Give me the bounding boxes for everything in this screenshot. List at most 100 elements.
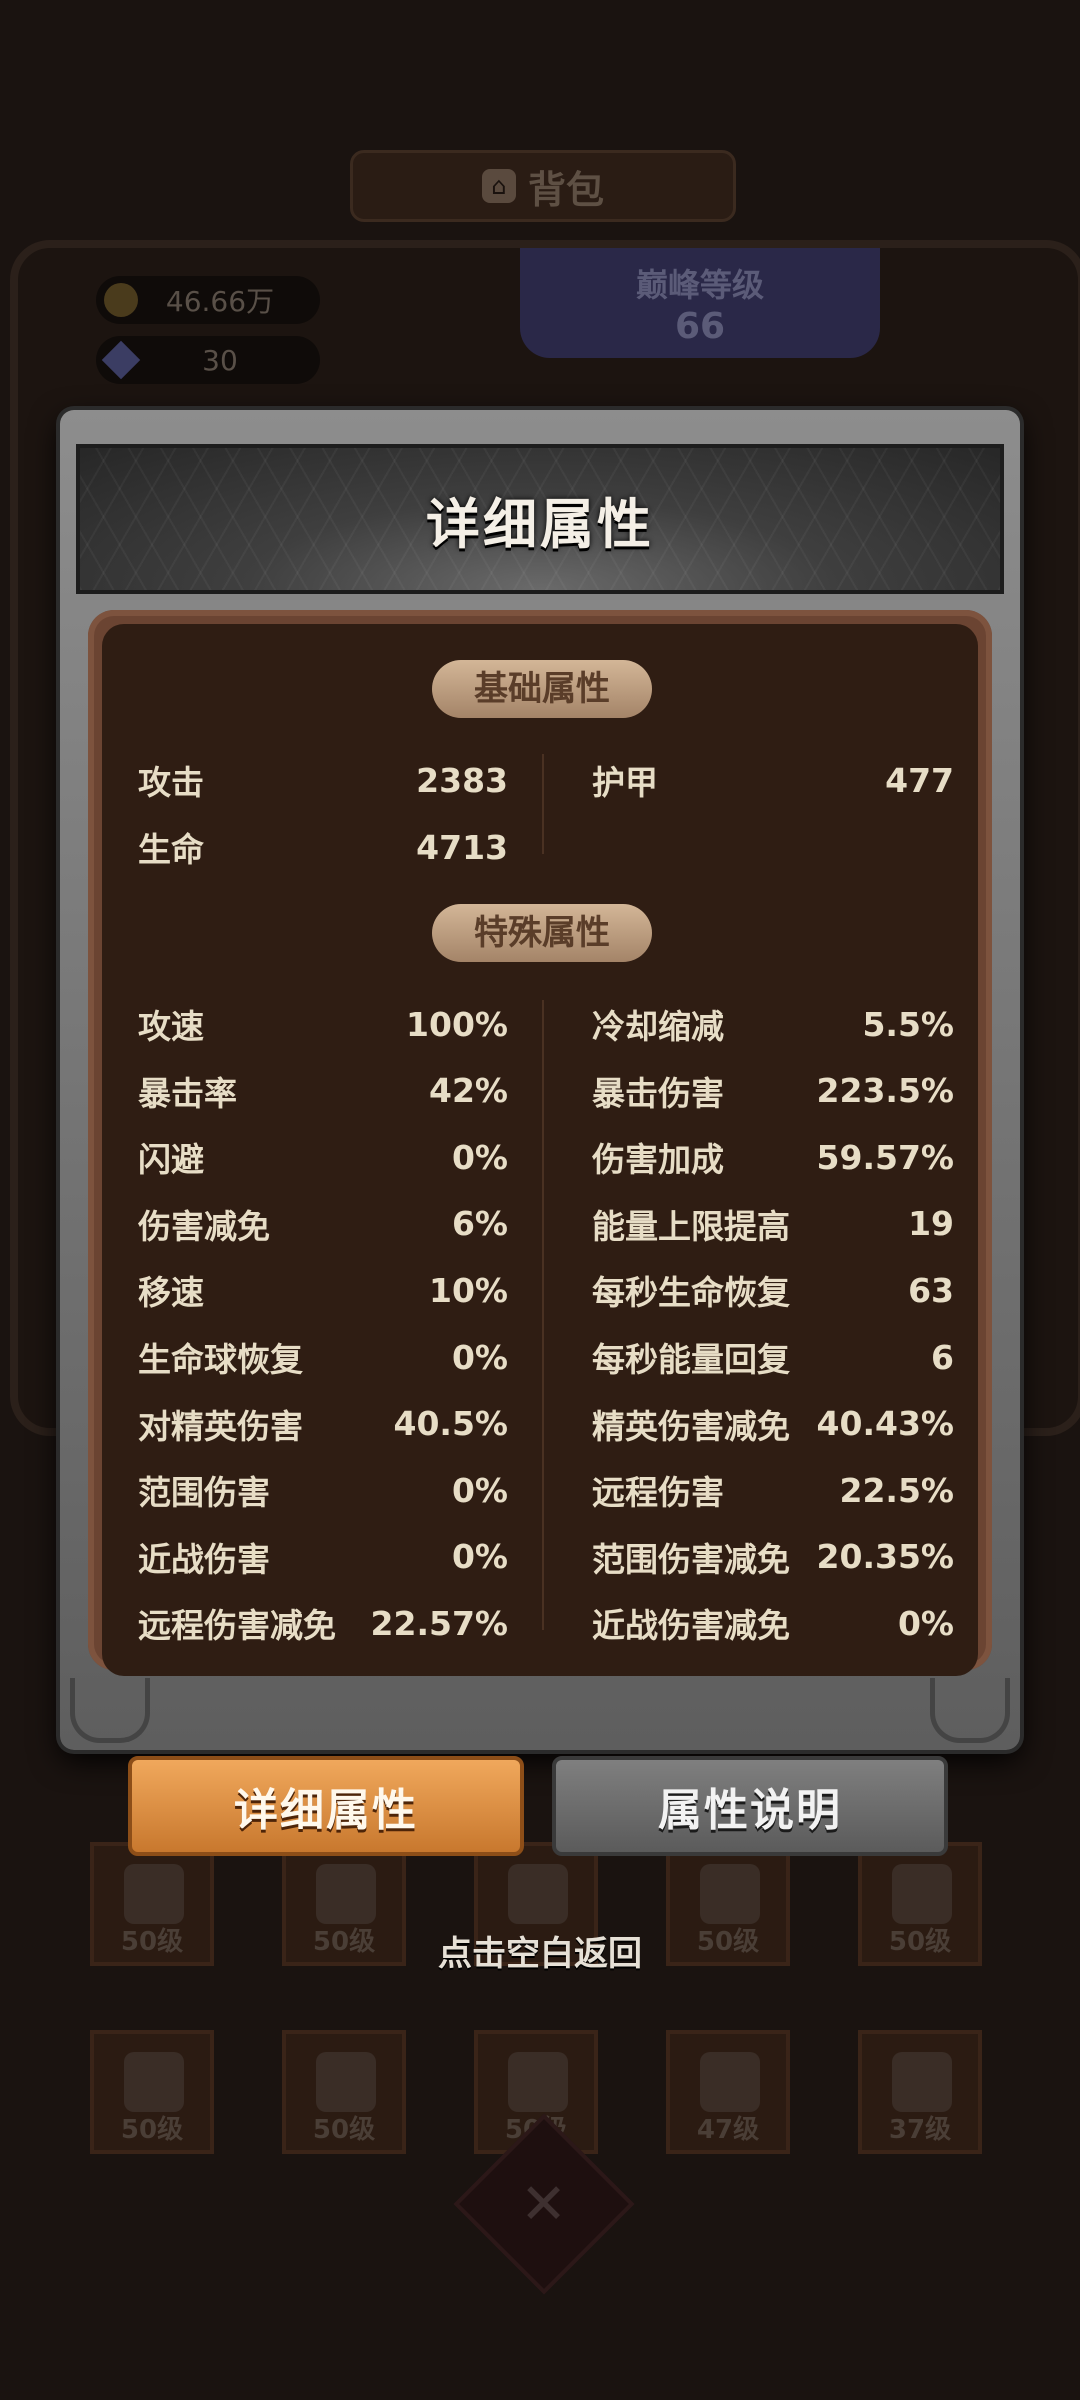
stat-value: 10% — [429, 1270, 508, 1310]
stat-row: 攻击 2383 — [138, 755, 508, 805]
gem-icon — [101, 340, 141, 380]
stat-value: 0% — [451, 1470, 508, 1510]
basic-attributes-heading: 基础属性 — [432, 660, 652, 718]
equipment-slot: 50级 — [90, 2030, 214, 2154]
tab-attribute-explanation[interactable]: 属性说明 — [552, 1756, 948, 1856]
stat-value: 0% — [451, 1537, 508, 1577]
gold-counter: 46.66万 — [96, 276, 320, 324]
stat-row: 每秒能量回复 6 — [592, 1332, 954, 1382]
equipment-slot: 50级 — [282, 2030, 406, 2154]
hat-icon — [508, 1864, 568, 1924]
stat-value: 0% — [897, 1603, 954, 1643]
stat-value: 40.5% — [393, 1404, 509, 1444]
stat-label: 每秒能量回复 — [592, 1340, 790, 1379]
stat-value: 100% — [406, 1004, 508, 1044]
stat-row: 暴击率 42% — [138, 1066, 508, 1116]
stat-label: 护甲 — [592, 763, 658, 802]
crown-icon — [892, 1864, 952, 1924]
panel-title: 详细属性 — [426, 492, 654, 556]
gold-coin-icon — [104, 283, 138, 317]
crown-icon — [124, 2052, 184, 2112]
close-icon: ✕ — [520, 2171, 568, 2237]
demon-mask-icon — [700, 2052, 760, 2112]
tap-to-return-hint[interactable]: 点击空白返回 — [0, 1926, 1080, 1975]
stat-row: 远程伤害 22.5% — [592, 1465, 954, 1515]
slot-level: 50级 — [120, 2115, 184, 2145]
stat-label: 远程伤害减免 — [138, 1606, 336, 1646]
detail-attributes-panel: 详细属性 基础属性 攻击 2383 生命 4713 护甲 477 特殊属性 攻速 100%… — [60, 410, 1020, 1750]
stat-value: 59.57% — [816, 1137, 954, 1177]
gold-amount: 46.66万 — [165, 285, 275, 318]
tab-detail-attributes[interactable]: 详细属性 — [128, 1756, 524, 1856]
bag-title-banner: ⌂ 背包 — [350, 150, 736, 222]
stat-row: 冷却缩减 5.5% — [592, 999, 954, 1049]
stat-row: 生命 4713 — [138, 822, 508, 872]
stat-label: 攻速 — [138, 1007, 204, 1046]
stat-row: 精英伤害减免 40.43% — [592, 1399, 954, 1449]
stat-value: 20.35% — [816, 1537, 954, 1577]
stat-value: 0% — [451, 1337, 508, 1377]
stat-value: 19 — [908, 1204, 954, 1244]
stat-row: 对精英伤害 40.5% — [138, 1399, 508, 1449]
stat-label: 生命球恢复 — [138, 1340, 303, 1379]
stat-row: 能量上限提高 19 — [592, 1199, 954, 1249]
stat-row: 范围伤害 0% — [138, 1465, 508, 1515]
stat-label: 闪避 — [138, 1140, 204, 1180]
stat-row: 护甲 477 — [592, 755, 954, 805]
stat-value: 63 — [908, 1270, 954, 1310]
stats-container: 基础属性 攻击 2383 生命 4713 护甲 477 特殊属性 攻速 100% 暴击率 42… — [102, 624, 978, 1676]
stat-value: 4713 — [416, 827, 508, 867]
stat-value: 6 — [931, 1337, 954, 1377]
stat-row: 伤害加成 59.57% — [592, 1132, 954, 1182]
peak-level-badge: 巅峰等级 66 — [520, 248, 880, 358]
stat-value: 5.5% — [862, 1004, 954, 1044]
stat-row: 伤害减免 6% — [138, 1199, 508, 1249]
stat-value: 2383 — [416, 760, 508, 800]
stat-label: 对精英伤害 — [138, 1406, 303, 1446]
equipment-slot: 37级 — [858, 2030, 982, 2154]
stat-label: 远程伤害 — [592, 1473, 724, 1513]
stat-value: 0% — [451, 1137, 508, 1177]
hat-icon — [700, 1864, 760, 1924]
stat-label: 范围伤害减免 — [592, 1539, 790, 1579]
bag-title: 背包 — [527, 167, 604, 212]
stat-label: 冷却缩减 — [592, 1007, 724, 1046]
demon-mask-icon — [508, 2052, 568, 2112]
stat-value: 223.5% — [816, 1071, 954, 1111]
stat-label: 伤害减免 — [138, 1206, 270, 1246]
peak-level-label: 巅峰等级 — [635, 266, 764, 304]
stat-label: 精英伤害减免 — [592, 1406, 790, 1446]
stat-label: 暴击伤害 — [592, 1073, 724, 1113]
stat-row: 近战伤害减免 0% — [592, 1598, 954, 1648]
scroll-icon — [124, 1864, 184, 1924]
gem-amount: 30 — [202, 343, 238, 377]
corner-ornament — [930, 1678, 1010, 1743]
slot-level: 50级 — [312, 2115, 376, 2145]
special-attributes-heading: 特殊属性 — [432, 904, 652, 962]
stat-value: 40.43% — [816, 1404, 954, 1444]
armor-icon — [316, 1864, 376, 1924]
gauntlet-icon — [892, 2052, 952, 2112]
column-divider — [542, 1000, 544, 1630]
stat-value: 477 — [885, 760, 954, 800]
stat-value: 22.5% — [839, 1470, 955, 1510]
slot-level: 47级 — [696, 2115, 760, 2145]
gem-counter: 30 — [96, 336, 320, 384]
stat-row: 远程伤害减免 22.57% — [138, 1598, 508, 1648]
stat-label: 攻击 — [138, 763, 204, 802]
stat-row: 攻速 100% — [138, 999, 508, 1049]
stat-label: 能量上限提高 — [592, 1206, 790, 1246]
stat-row: 每秒生命恢复 63 — [592, 1265, 954, 1315]
peak-level-value: 66 — [674, 306, 726, 347]
stat-row: 范围伤害减免 20.35% — [592, 1532, 954, 1582]
stat-label: 伤害加成 — [592, 1140, 724, 1180]
stat-value: 42% — [429, 1071, 508, 1111]
equipment-slot: 47级 — [666, 2030, 790, 2154]
stat-value: 22.57% — [370, 1603, 508, 1643]
stat-label: 移速 — [138, 1273, 204, 1313]
panel-header: 详细属性 — [76, 444, 1004, 594]
stat-label: 暴击率 — [138, 1073, 237, 1113]
stat-label: 近战伤害 — [138, 1539, 270, 1579]
stat-label: 每秒生命恢复 — [592, 1273, 790, 1313]
stat-row: 闪避 0% — [138, 1132, 508, 1182]
